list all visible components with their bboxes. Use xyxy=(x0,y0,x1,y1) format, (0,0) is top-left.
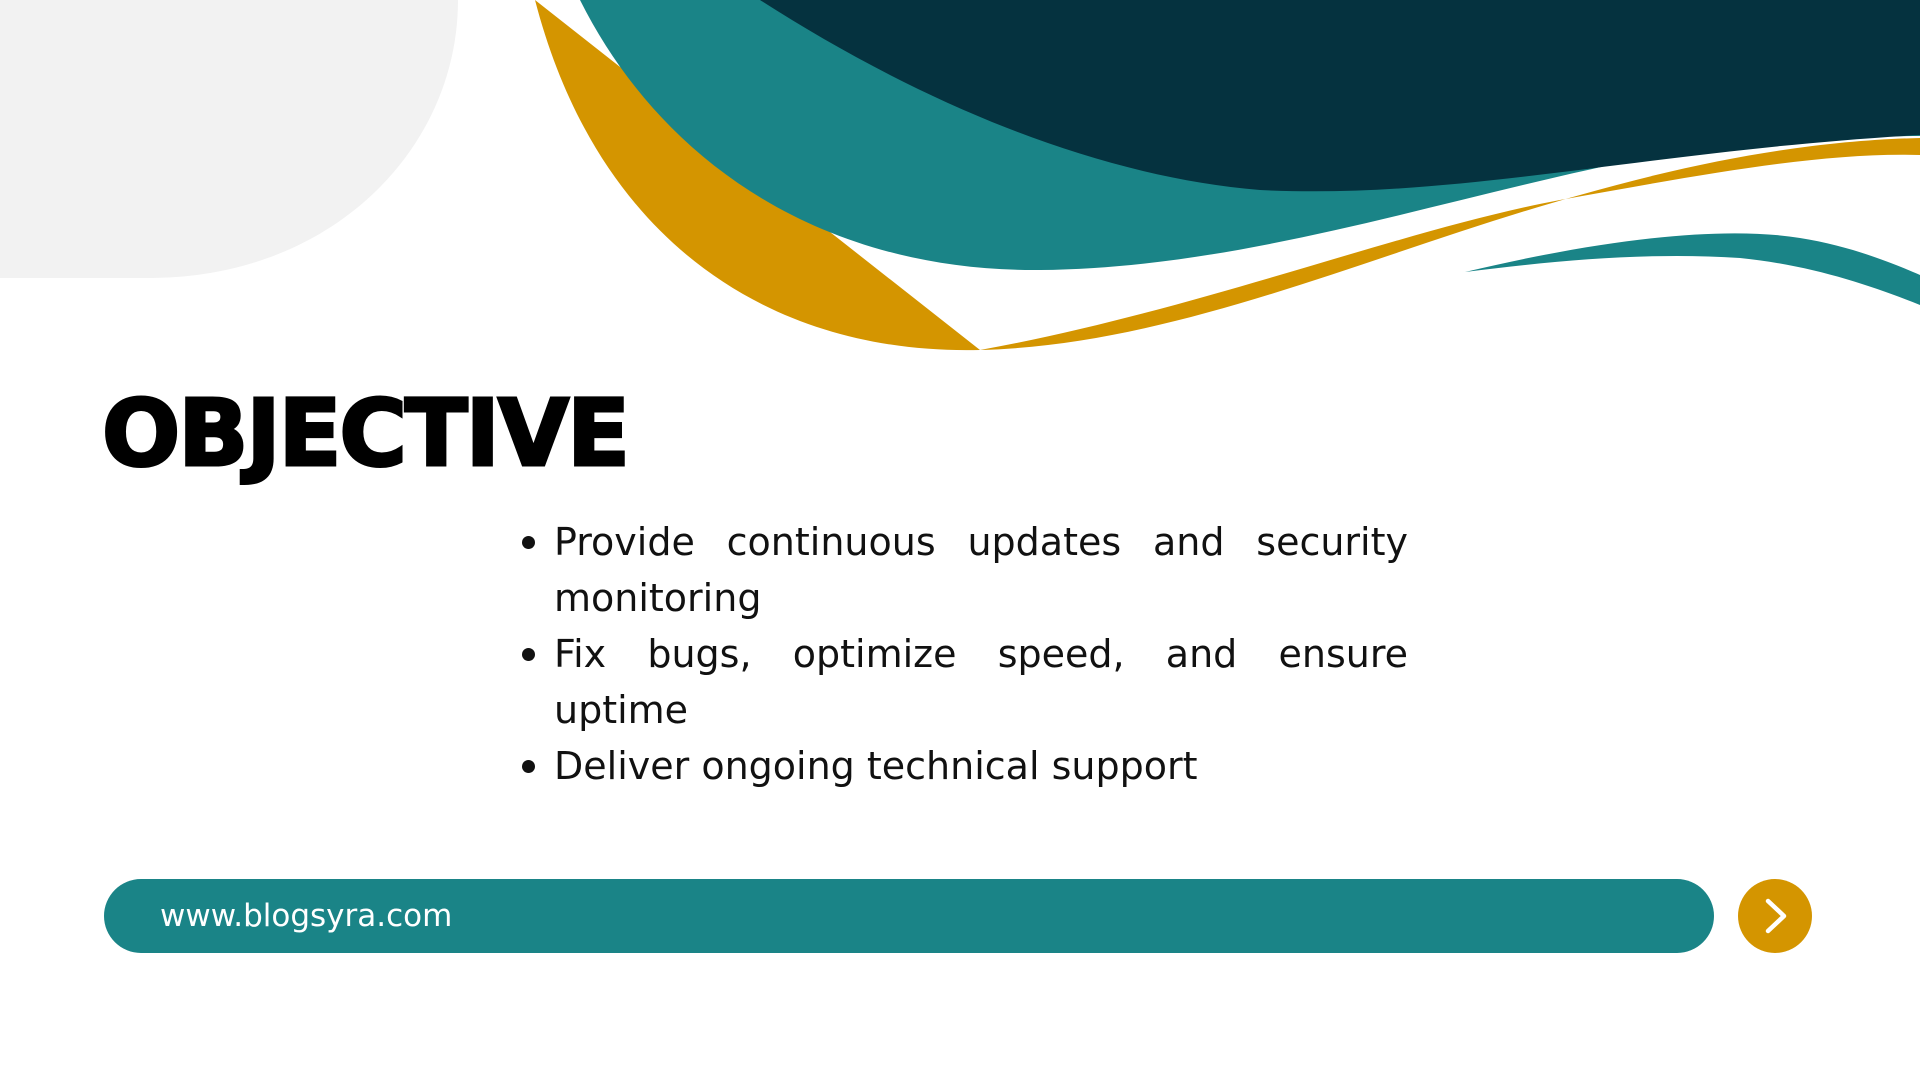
chevron-right-icon xyxy=(1765,898,1787,934)
bullet-icon xyxy=(522,648,535,661)
footer-url-bar[interactable]: www.blogsyra.com xyxy=(104,879,1714,953)
bullet-icon xyxy=(522,760,535,773)
list-item: Provide continuous updates and security … xyxy=(518,514,1408,626)
list-item-text: Provide continuous updates and security … xyxy=(554,520,1408,620)
slide: OBJECTIVE Provide continuous updates and… xyxy=(0,0,1920,1080)
objective-list: Provide continuous updates and security … xyxy=(518,514,1408,794)
footer-url-text[interactable]: www.blogsyra.com xyxy=(160,879,452,953)
gray-corner-shape xyxy=(0,0,458,278)
list-item: Deliver ongoing technical support xyxy=(518,738,1408,794)
slide-title: OBJECTIVE xyxy=(101,380,632,487)
list-item-text: Fix bugs, optimize speed, and ensure upt… xyxy=(554,632,1408,732)
list-item: Fix bugs, optimize speed, and ensure upt… xyxy=(518,626,1408,738)
list-item-text: Deliver ongoing technical support xyxy=(554,744,1198,788)
next-button[interactable] xyxy=(1738,879,1812,953)
bullet-icon xyxy=(522,536,535,549)
teal-swoosh-shape xyxy=(1465,233,1920,305)
